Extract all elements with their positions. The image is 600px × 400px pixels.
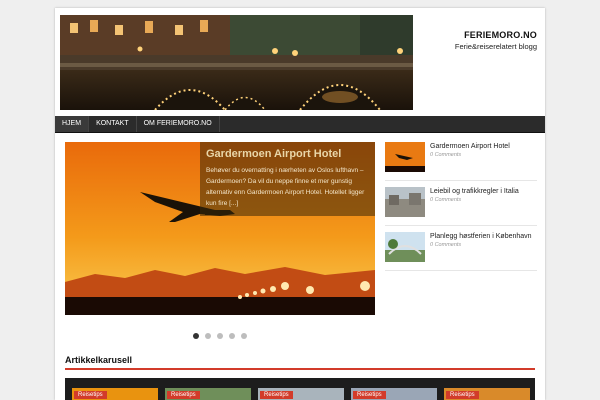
side-post-item: Gardermoen Airport Hotel 0 Comments [385,142,537,181]
carousel-item[interactable]: Reisetips [72,388,158,400]
slide-caption[interactable]: Gardermoen Airport Hotel Behøver du over… [200,142,375,216]
side-post-thumbnail[interactable] [385,187,425,217]
side-post-comments[interactable]: 0 Comments [430,242,461,248]
nav-item-om[interactable]: OM FERIEMORO.NO [137,116,220,132]
carousel-heading: Artikkelkarusell [65,355,133,365]
side-post-title[interactable]: Leiebil og trafikkregler i Italia [430,188,519,195]
slide-title[interactable]: Gardermoen Airport Hotel [206,148,341,160]
side-post-item: Planlegg høstferien i København 0 Commen… [385,232,537,271]
slide-excerpt: Behøver du overnatting i nærheten av Osl… [206,167,365,207]
carousel-category-tag[interactable]: Reisetips [167,391,200,399]
carousel-category-tag[interactable]: Reisetips [74,391,107,399]
side-post-thumbnail[interactable] [385,232,425,262]
nav-item-hjem[interactable]: HJEM [55,116,90,132]
nav-item-kontakt[interactable]: KONTAKT [89,116,137,132]
carousel-item[interactable]: Reisetips [165,388,251,400]
featured-slider[interactable]: Gardermoen Airport Hotel Behøver du over… [65,142,375,315]
side-post-comments[interactable]: 0 Comments [430,197,461,203]
page-container: FERIEMORO.NO Ferie&reiserelatert blogg H… [55,8,545,400]
carousel-category-tag[interactable]: Reisetips [353,391,386,399]
side-post-item: Leiebil og trafikkregler i Italia 0 Comm… [385,187,537,226]
side-post-title[interactable]: Planlegg høstferien i København [430,233,532,240]
slider-dot-4[interactable] [229,333,235,339]
site-description: Ferie&reiserelatert blogg [454,42,537,51]
slider-dot-2[interactable] [205,333,211,339]
carousel-category-tag[interactable]: Reisetips [260,391,293,399]
slider-dot-1[interactable] [193,333,199,339]
carousel-item[interactable]: Reisetips [351,388,437,400]
slider-dot-5[interactable] [241,333,247,339]
main-nav: HJEM KONTAKT OM FERIEMORO.NO [55,116,545,133]
carousel-divider [65,368,535,370]
side-post-comments[interactable]: 0 Comments [430,152,461,158]
carousel-item[interactable]: Reisetips [258,388,344,400]
carousel-item[interactable]: Reisetips [444,388,530,400]
side-post-thumbnail[interactable] [385,142,425,172]
side-post-title[interactable]: Gardermoen Airport Hotel [430,143,510,150]
slider-dot-3[interactable] [217,333,223,339]
carousel-category-tag[interactable]: Reisetips [446,391,479,399]
slider-pagination [193,333,247,339]
site-title[interactable]: FERIEMORO.NO [464,30,537,40]
header-banner-image[interactable] [60,15,413,110]
